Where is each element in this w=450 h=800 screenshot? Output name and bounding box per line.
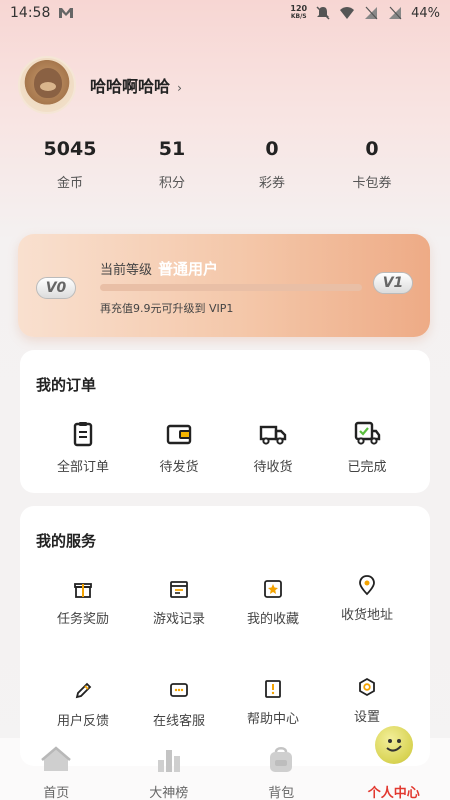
service-help-center[interactable]: 帮助中心 bbox=[225, 678, 321, 727]
stat-value: 0 bbox=[365, 138, 379, 160]
signal-icon-2 bbox=[389, 6, 402, 20]
battery-level: 44% bbox=[411, 5, 440, 21]
order-label: 全部订单 bbox=[56, 460, 109, 475]
vip-current-badge: V0 bbox=[36, 277, 76, 299]
order-all[interactable]: 全部订单 bbox=[35, 420, 131, 475]
service-label: 在线客服 bbox=[152, 714, 205, 729]
stat-label: 卡包券 bbox=[352, 176, 392, 191]
service-label: 任务奖励 bbox=[56, 612, 109, 627]
order-label: 待发货 bbox=[159, 460, 199, 475]
vip-next-badge: V1 bbox=[373, 272, 413, 294]
service-settings[interactable]: 设置 bbox=[319, 676, 415, 725]
pencil-icon bbox=[75, 682, 92, 699]
stat-lottery[interactable]: 0 彩券 bbox=[222, 138, 322, 191]
chevron-right-icon: › bbox=[177, 81, 182, 95]
tab-backpack[interactable]: 背包 bbox=[225, 738, 338, 800]
service-label: 我的收藏 bbox=[246, 612, 299, 627]
gift-icon bbox=[74, 583, 92, 598]
star-icon bbox=[264, 580, 282, 598]
services-card: 我的服务 任务奖励 游戏记录 我的收藏 收货地址 用户反馈 在线客服 帮助中心 … bbox=[20, 506, 430, 766]
smiley-icon bbox=[374, 726, 413, 764]
ranking-icon bbox=[157, 750, 180, 772]
backpack-icon bbox=[270, 747, 293, 772]
username[interactable]: 哈哈啊哈哈 bbox=[90, 77, 170, 96]
stat-label: 金币 bbox=[56, 176, 83, 191]
tab-profile[interactable]: 个人中心 bbox=[338, 726, 450, 800]
avatar[interactable] bbox=[18, 56, 76, 114]
settings-icon bbox=[359, 677, 375, 697]
location-pin-icon bbox=[359, 575, 375, 596]
profile-header[interactable]: 哈哈啊哈哈 › bbox=[18, 56, 182, 114]
service-feedback[interactable]: 用户反馈 bbox=[35, 680, 131, 729]
service-address[interactable]: 收货地址 bbox=[319, 574, 415, 623]
service-label: 用户反馈 bbox=[56, 714, 109, 729]
tab-label: 个人中心 bbox=[367, 786, 420, 800]
status-time: 14:58 bbox=[10, 5, 51, 21]
mute-icon bbox=[316, 6, 330, 20]
wallet-icon bbox=[166, 424, 192, 445]
calendar-icon bbox=[170, 581, 188, 598]
tab-label: 背包 bbox=[268, 786, 295, 800]
service-online-support[interactable]: 在线客服 bbox=[131, 680, 227, 729]
status-bar: 14:58 120 KB/S 44% bbox=[0, 0, 450, 26]
stat-value: 51 bbox=[158, 138, 186, 160]
stat-vouchers[interactable]: 0 卡包券 bbox=[322, 138, 422, 191]
order-completed[interactable]: 已完成 bbox=[319, 420, 415, 475]
service-label: 游戏记录 bbox=[152, 612, 205, 627]
stat-label: 彩券 bbox=[258, 176, 285, 191]
order-pending-shipment[interactable]: 待发货 bbox=[131, 420, 227, 475]
home-icon bbox=[41, 746, 72, 771]
vip-current-label: 当前等级 bbox=[100, 263, 153, 278]
stat-value: 5045 bbox=[43, 138, 97, 160]
truck-check-icon bbox=[354, 421, 381, 445]
stat-value: 0 bbox=[265, 138, 279, 160]
order-label: 已完成 bbox=[347, 460, 387, 475]
stats-row: 5045 金币 51 积分 0 彩券 0 卡包券 bbox=[0, 138, 450, 191]
service-task-rewards[interactable]: 任务奖励 bbox=[35, 578, 131, 627]
orders-card: 我的订单 全部订单 待发货 待收货 已完成 bbox=[20, 350, 430, 493]
chat-icon bbox=[170, 683, 188, 697]
service-favorites[interactable]: 我的收藏 bbox=[225, 578, 321, 627]
vip-title: 当前等级 普通用户 bbox=[100, 258, 218, 279]
vip-progress-bar bbox=[100, 284, 362, 291]
tab-home[interactable]: 首页 bbox=[0, 738, 113, 800]
tab-ranking[interactable]: 大神榜 bbox=[113, 738, 226, 800]
tab-label: 首页 bbox=[43, 786, 70, 800]
service-label: 收货地址 bbox=[340, 608, 393, 623]
bottom-tab-bar: 首页 大神榜 背包 个人中心 bbox=[0, 726, 450, 800]
services-title: 我的服务 bbox=[36, 532, 97, 550]
order-label: 待收货 bbox=[253, 460, 293, 475]
vip-level: 普通用户 bbox=[158, 260, 219, 278]
wifi-icon bbox=[340, 7, 355, 19]
truck-icon bbox=[259, 425, 287, 445]
orders-title: 我的订单 bbox=[36, 376, 97, 394]
order-pending-receipt[interactable]: 待收货 bbox=[225, 420, 321, 475]
tab-label: 大神榜 bbox=[149, 786, 189, 800]
service-game-records[interactable]: 游戏记录 bbox=[131, 578, 227, 627]
mail-icon bbox=[59, 8, 74, 18]
network-speed: 120 KB/S bbox=[290, 4, 308, 21]
signal-icon bbox=[365, 6, 378, 20]
vip-upgrade-hint: 再充值9.9元可升级到 VIP1 bbox=[100, 302, 234, 315]
clipboard-icon bbox=[73, 422, 93, 447]
stat-label: 积分 bbox=[158, 176, 185, 191]
stat-coins[interactable]: 5045 金币 bbox=[20, 138, 120, 191]
stat-points[interactable]: 51 积分 bbox=[122, 138, 222, 191]
vip-card[interactable]: V0 当前等级 普通用户 再充值9.9元可升级到 VIP1 V1 bbox=[18, 234, 430, 337]
service-label: 设置 bbox=[353, 710, 380, 725]
service-label: 帮助中心 bbox=[246, 712, 299, 727]
help-icon bbox=[265, 680, 281, 698]
